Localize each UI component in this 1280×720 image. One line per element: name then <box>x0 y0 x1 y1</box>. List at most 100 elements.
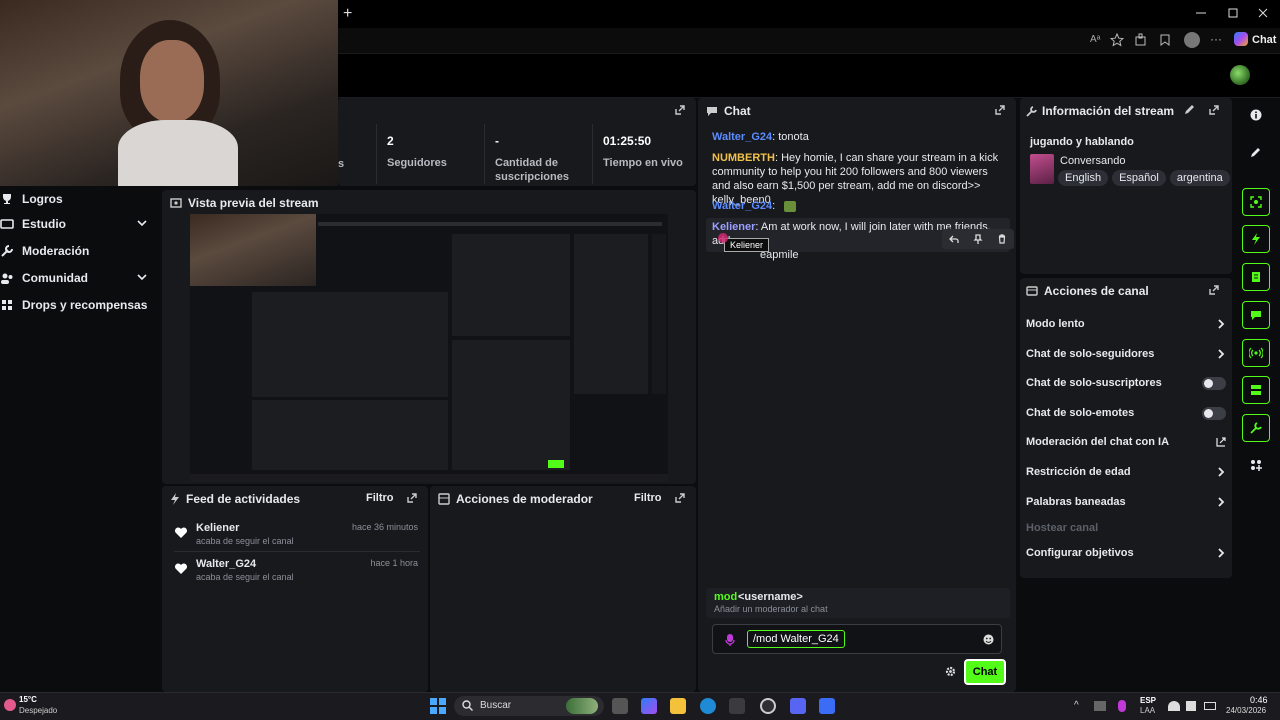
feed-user: Walter_G24 <box>196 558 257 570</box>
weather-desc[interactable]: Despejado <box>19 706 57 715</box>
preview-webcam <box>190 214 316 286</box>
action-label: Chat de solo-suscriptores <box>1026 377 1162 389</box>
keyboard-layout[interactable]: LAA <box>1140 706 1155 715</box>
chevron-right-icon <box>1216 466 1226 478</box>
command-suggestion[interactable]: mod <username> Añadir un moderador al ch… <box>706 588 1010 618</box>
sidebar-item-comunidad[interactable]: Comunidad <box>0 265 160 291</box>
lightning-icon[interactable] <box>1242 225 1270 253</box>
store-icon[interactable] <box>729 698 745 714</box>
tray-chevron-icon[interactable]: ^ <box>1074 700 1079 711</box>
language-code[interactable]: ESP <box>1140 696 1156 705</box>
close-icon[interactable] <box>1258 8 1268 18</box>
expand-icon[interactable] <box>1208 104 1220 116</box>
stream-preview-panel: Vista previa del stream <box>162 190 696 484</box>
feed-filter-button[interactable]: Filtro <box>366 492 394 504</box>
file-explorer-icon[interactable] <box>670 698 686 714</box>
action-banned-words[interactable]: Palabras baneadas <box>1026 492 1226 512</box>
taskbar-search[interactable]: Buscar <box>454 696 604 716</box>
task-view-icon[interactable] <box>612 698 628 714</box>
extensions-icon[interactable] <box>1134 33 1148 47</box>
action-age-restriction[interactable]: Restricción de edad <box>1026 462 1226 482</box>
action-slow-mode[interactable]: Modo lento <box>1026 314 1226 334</box>
mod-filter-button[interactable]: Filtro <box>634 492 662 504</box>
info-icon[interactable] <box>1242 101 1270 129</box>
chat-input-box[interactable]: /mod Walter_G24 <box>712 624 1002 654</box>
edge-icon[interactable] <box>700 698 716 714</box>
reply-icon[interactable] <box>949 234 959 244</box>
favorites-icon[interactable] <box>1158 33 1172 47</box>
pencil-icon[interactable] <box>1242 138 1270 166</box>
stream-preview-video[interactable] <box>190 214 668 482</box>
new-tab-button[interactable]: + <box>343 5 352 23</box>
expand-icon[interactable] <box>674 104 686 116</box>
expand-icon[interactable] <box>674 492 686 504</box>
profile-avatar[interactable] <box>1184 32 1200 48</box>
clock-date[interactable]: 24/03/2026 <box>1226 706 1266 715</box>
action-followers-only[interactable]: Chat de solo-seguidores <box>1026 344 1226 364</box>
chat-username[interactable]: NUMBERTH <box>712 152 775 164</box>
tray-mic-icon[interactable] <box>1118 700 1126 712</box>
chat-username[interactable]: Walter_G24 <box>712 131 772 143</box>
sidebar-item-drops[interactable]: Drops y recompensas <box>0 292 160 318</box>
subscribers-only-toggle[interactable] <box>1202 376 1226 390</box>
chat-message[interactable]: Walter_G24: tonota <box>712 130 1008 144</box>
read-aloud-icon[interactable]: Aᵃ <box>1090 34 1100 45</box>
tag[interactable]: English <box>1058 170 1109 186</box>
copilot-label[interactable]: Chat <box>1252 34 1276 46</box>
maximize-icon[interactable] <box>1228 8 1238 18</box>
document-icon[interactable] <box>1242 263 1270 291</box>
add-widget-icon[interactable] <box>1242 451 1270 479</box>
expand-icon[interactable] <box>1208 284 1220 296</box>
wifi-icon[interactable] <box>1168 701 1180 711</box>
pin-icon[interactable] <box>973 234 983 244</box>
list-item[interactable]: Keliener hace 36 minutos acaba de seguir… <box>174 522 420 552</box>
mic-icon[interactable] <box>725 633 735 647</box>
tag[interactable]: argentina <box>1169 170 1230 186</box>
sidebar-item-label: Comunidad <box>22 271 88 285</box>
volume-icon[interactable] <box>1186 701 1196 711</box>
camera-focus-icon[interactable] <box>1242 188 1270 216</box>
roblox-icon[interactable] <box>819 698 835 714</box>
panel-layout-icon[interactable] <box>1242 376 1270 404</box>
chat-username[interactable]: Walter_G24 <box>712 200 772 212</box>
action-subscribers-only[interactable]: Chat de solo-suscriptores <box>1026 373 1226 393</box>
delete-icon[interactable] <box>997 234 1007 244</box>
sidebar-item-moderacion[interactable]: Moderación <box>0 238 160 264</box>
send-chat-button[interactable]: Chat <box>964 659 1006 685</box>
sidebar-item-logros[interactable]: Logros <box>0 186 160 212</box>
edit-pencil-icon[interactable] <box>1184 104 1195 115</box>
chat-username[interactable]: Keliener <box>712 221 755 233</box>
clock-time[interactable]: 0:46 <box>1250 695 1268 705</box>
list-item[interactable]: Walter_G24 hace 1 hora acaba de seguir e… <box>174 558 420 588</box>
obs-icon[interactable] <box>760 698 776 714</box>
user-avatar[interactable] <box>1230 65 1250 85</box>
wrench-icon[interactable] <box>1242 414 1270 442</box>
category-thumbnail[interactable] <box>1030 154 1054 184</box>
preview-header: Vista previa del stream <box>170 196 319 210</box>
broadcast-icon[interactable] <box>1242 339 1270 367</box>
discord-icon[interactable] <box>790 698 806 714</box>
chat-message[interactable]: Walter_G24: <box>712 199 1008 213</box>
chat-icon[interactable] <box>1242 301 1270 329</box>
sidebar-item-estudio[interactable]: Estudio <box>0 211 160 237</box>
favorite-star-icon[interactable] <box>1110 33 1124 47</box>
weather-temp[interactable]: 15°C <box>19 695 37 704</box>
action-ai-moderation[interactable]: Moderación del chat con IA <box>1026 432 1226 452</box>
copilot-icon[interactable] <box>1234 32 1248 46</box>
battery-icon[interactable] <box>1204 702 1216 710</box>
tag[interactable]: Español <box>1112 170 1166 186</box>
more-icon[interactable]: ··· <box>1210 32 1222 46</box>
action-emotes-only[interactable]: Chat de solo-emotes <box>1026 403 1226 423</box>
chat-settings-icon[interactable] <box>945 666 956 677</box>
minimize-icon[interactable] <box>1196 8 1206 18</box>
expand-icon[interactable] <box>994 104 1006 116</box>
windows-start-icon[interactable] <box>430 698 446 714</box>
chat-input[interactable]: /mod Walter_G24 <box>747 630 845 648</box>
emoji-icon[interactable] <box>983 634 994 645</box>
tray-network-off-icon[interactable] <box>1094 701 1106 711</box>
expand-icon[interactable] <box>406 492 418 504</box>
emotes-only-toggle[interactable] <box>1202 406 1226 420</box>
action-configure-goals[interactable]: Configurar objetivos <box>1026 543 1226 563</box>
category-name[interactable]: Conversando <box>1060 155 1125 167</box>
copilot-taskbar-icon[interactable] <box>641 698 657 714</box>
